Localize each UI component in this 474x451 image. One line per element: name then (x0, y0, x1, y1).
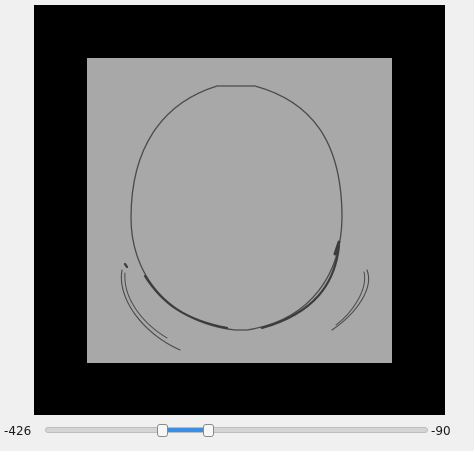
skull-contour-drawing (120, 85, 370, 351)
range-slider-selection (162, 428, 209, 432)
skull-outline (130, 85, 343, 331)
right-inner-arc (335, 271, 366, 326)
range-slider-low-handle[interactable] (156, 424, 168, 437)
left-mark (123, 262, 129, 269)
ct-slice-image (87, 58, 392, 363)
range-slider-high-handle[interactable] (202, 424, 214, 437)
bone-thickening-left (143, 274, 229, 330)
slider-min-label: -426 (4, 424, 32, 438)
slider-max-label: -90 (431, 424, 451, 438)
left-inner-arc (124, 272, 168, 339)
range-slider-track[interactable] (45, 427, 428, 433)
right-outer-arc (331, 269, 370, 331)
image-viewer[interactable] (34, 5, 445, 415)
bone-thickening-right (260, 244, 341, 330)
